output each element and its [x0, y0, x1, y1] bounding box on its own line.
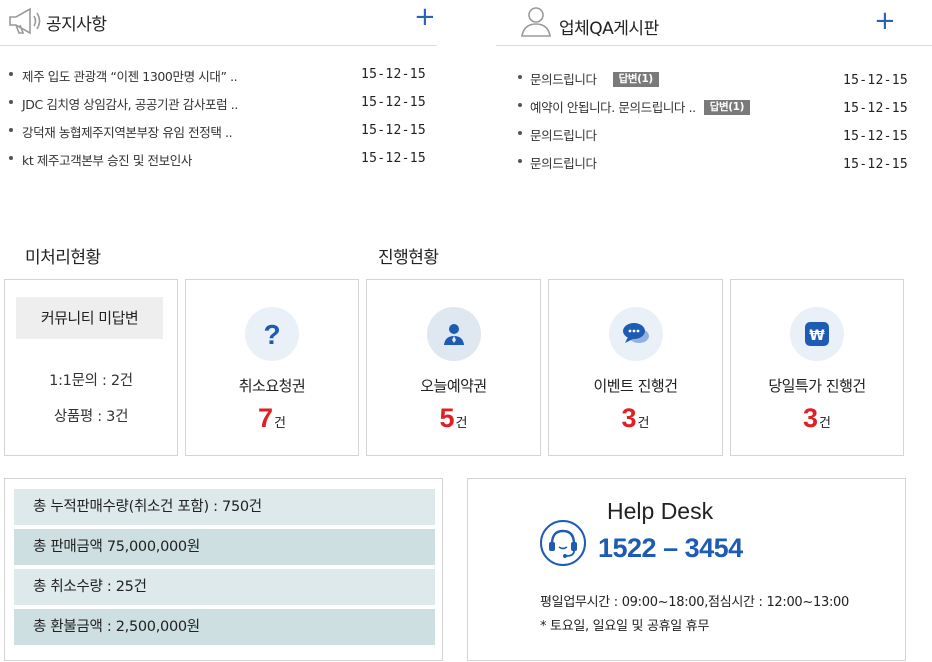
- help-desk-title: Help Desk: [607, 498, 714, 524]
- notice-date: 15-12-15: [361, 67, 427, 82]
- inquiry-count[interactable]: 1:1문의 : 2건: [5, 369, 177, 390]
- qa-item[interactable]: 예약이 안됩니다. 문의드립니다 .. 답변(1) 15-12-15: [496, 95, 932, 123]
- qa-subject[interactable]: 문의드립니다: [530, 123, 597, 149]
- unprocessed-card: 커뮤니티 미답변 1:1문의 : 2건 상품평 : 3건: [4, 279, 178, 456]
- qa-subject[interactable]: 예약이 안됩니다. 문의드립니다 ..: [530, 95, 696, 121]
- notice-date: 15-12-15: [361, 151, 427, 166]
- count-number: 5: [439, 403, 455, 433]
- qa-board: 업체QA게시판 + 문의드립니다 답변(1) 15-12-15 예약이 안됩니다.…: [496, 0, 932, 190]
- person-icon: [426, 307, 481, 361]
- megaphone-icon: [9, 7, 41, 35]
- bullet-icon: [9, 100, 13, 104]
- reply-badge: 답변(1): [703, 100, 750, 115]
- notice-subject[interactable]: 제주 입도 관광객 “이젠 1300만명 시대” ..: [22, 64, 238, 90]
- review-count[interactable]: 상품평 : 3건: [5, 405, 177, 426]
- qa-subject[interactable]: 문의드립니다: [530, 151, 597, 177]
- today-reservation-card[interactable]: 오늘예약권 5건: [366, 279, 541, 456]
- count-unit: 건: [274, 416, 286, 431]
- qa-more-button[interactable]: +: [874, 8, 896, 34]
- notice-subject[interactable]: JDC 김치영 상임감사, 공공기관 감사포럼 ..: [22, 92, 238, 118]
- bullet-icon: [9, 128, 13, 132]
- count-number: 3: [803, 403, 819, 433]
- qa-item[interactable]: 문의드립니다 15-12-15: [496, 123, 932, 151]
- count-unit: 건: [819, 416, 831, 431]
- notice-title: 공지사항: [46, 15, 107, 35]
- count-number: 3: [621, 403, 637, 433]
- bullet-icon: [9, 72, 13, 76]
- total-sales-quantity: 총 누적판매수량(취소건 포함) : 750건: [14, 489, 435, 525]
- count-unit: 건: [637, 416, 650, 431]
- cancel-request-card[interactable]: ? 취소요청권 7건: [185, 279, 359, 456]
- qa-date: 15-12-15: [843, 101, 909, 116]
- chat-bubble-icon: [608, 307, 663, 361]
- reply-badge: 답변(1): [612, 72, 659, 87]
- card-label: 이벤트 진행건: [593, 377, 678, 395]
- bullet-icon: [9, 156, 13, 160]
- card-label: 당일특가 진행건: [768, 377, 866, 395]
- bullet-icon: [518, 75, 522, 79]
- business-hours: 평일업무시간 : 09:00~18:00,점심시간 : 12:00~13:00: [540, 595, 849, 610]
- bullet-icon: [518, 131, 522, 135]
- headset-icon: [540, 520, 586, 566]
- card-count: 5건: [367, 403, 540, 434]
- qa-item[interactable]: 문의드립니다 15-12-15: [496, 151, 932, 179]
- card-count: 3건: [549, 403, 722, 434]
- help-desk: Help Desk 1522 – 3454 평일업무시간 : 09:00~18:…: [467, 478, 906, 661]
- qa-date: 15-12-15: [843, 157, 909, 172]
- community-unanswered-label[interactable]: 커뮤니티 미답변: [16, 297, 163, 339]
- total-cancel-quantity: 총 취소수량 : 25건: [14, 569, 435, 605]
- notice-subject[interactable]: 강덕재 농협제주지역본부장 유임 전정택 ..: [22, 120, 233, 146]
- notice-item[interactable]: kt 제주고객본부 승진 및 전보인사 15-12-15: [0, 148, 437, 176]
- user-icon: [521, 7, 551, 37]
- notice-board: 공지사항 + 제주 입도 관광객 “이젠 1300만명 시대” .. 15-12…: [0, 0, 437, 190]
- notice-item[interactable]: 제주 입도 관광객 “이젠 1300만명 시대” .. 15-12-15: [0, 64, 437, 92]
- qa-title: 업체QA게시판: [559, 19, 659, 39]
- qa-subject[interactable]: 문의드립니다: [530, 67, 597, 93]
- notice-item[interactable]: JDC 김치영 상임감사, 공공기관 감사포럼 .. 15-12-15: [0, 92, 437, 120]
- qa-date: 15-12-15: [843, 129, 909, 144]
- notice-date: 15-12-15: [361, 95, 427, 110]
- bullet-icon: [518, 103, 522, 107]
- count-number: 7: [258, 403, 274, 433]
- card-label: 취소요청권: [238, 377, 306, 395]
- count-unit: 건: [455, 416, 468, 431]
- event-card[interactable]: 이벤트 진행건 3건: [548, 279, 723, 456]
- notice-date: 15-12-15: [361, 123, 427, 138]
- qa-date: 15-12-15: [843, 73, 909, 88]
- svg-text:?: ?: [263, 319, 280, 350]
- total-refund-amount: 총 환불금액 : 2,500,000원: [14, 609, 435, 645]
- progress-title: 진행현황: [378, 248, 439, 268]
- notice-header: 공지사항 +: [0, 0, 437, 46]
- holiday-note: * 토요일, 일요일 및 공휴일 휴무: [540, 619, 710, 634]
- help-desk-phone[interactable]: 1522 – 3454: [598, 533, 743, 564]
- total-sales-amount: 총 판매금액 75,000,000원: [14, 529, 435, 565]
- question-icon: ?: [245, 307, 299, 361]
- notice-list: 제주 입도 관광객 “이젠 1300만명 시대” .. 15-12-15 JDC…: [0, 64, 437, 176]
- card-count: 7건: [186, 403, 358, 434]
- card-count: 3건: [731, 403, 903, 434]
- daily-special-card[interactable]: ₩ 당일특가 진행건 3건: [730, 279, 904, 456]
- notice-item[interactable]: 강덕재 농협제주지역본부장 유임 전정택 .. 15-12-15: [0, 120, 437, 148]
- card-label: 오늘예약권: [420, 377, 487, 395]
- qa-header: 업체QA게시판 +: [496, 0, 932, 46]
- sales-summary: 총 누적판매수량(취소건 포함) : 750건 총 판매금액 75,000,00…: [4, 478, 443, 661]
- svg-text:₩: ₩: [809, 328, 825, 344]
- unprocessed-title: 미처리현황: [25, 248, 101, 268]
- won-icon: ₩: [790, 307, 844, 361]
- qa-list: 문의드립니다 답변(1) 15-12-15 예약이 안됩니다. 문의드립니다 ..…: [496, 67, 932, 179]
- qa-item[interactable]: 문의드립니다 답변(1) 15-12-15: [496, 67, 932, 95]
- notice-subject[interactable]: kt 제주고객본부 승진 및 전보인사: [22, 148, 192, 174]
- bullet-icon: [518, 159, 522, 163]
- notice-more-button[interactable]: +: [414, 4, 436, 30]
